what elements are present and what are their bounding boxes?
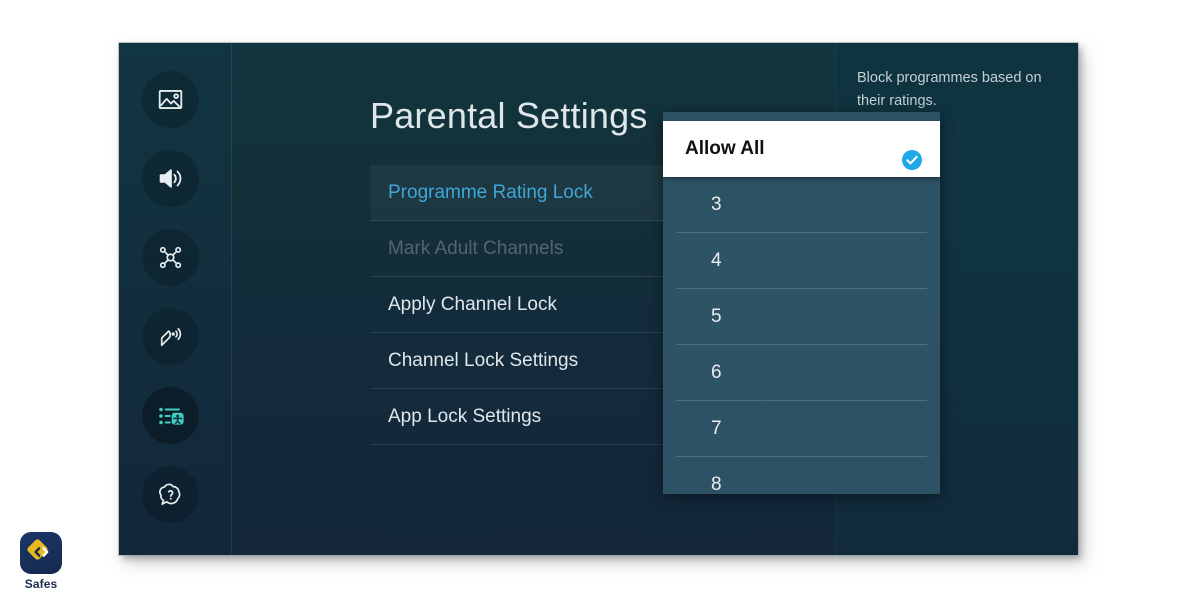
dropdown-option-5[interactable]: 5 [676,289,927,345]
dropdown-option-label: 6 [711,345,722,401]
dropdown-option-label: Allow All [685,121,765,177]
sidebar-item-connection[interactable] [142,229,199,286]
menu-item-label: Mark Adult Channels [388,238,563,259]
sidebar-item-sound[interactable] [142,150,199,207]
sidebar-item-general[interactable] [142,387,199,444]
broadcast-icon [157,323,184,350]
safes-logo-icon [20,532,62,574]
general-icon [157,402,185,430]
dropdown-option-allow-all[interactable]: Allow All [663,121,940,177]
dropdown-option-label: 5 [711,289,722,345]
tv-screen: Parental Settings Programme Rating Lock … [119,43,1078,555]
check-circle-icon [901,138,923,160]
sidebar-item-picture[interactable] [142,71,199,128]
dropdown-option-8[interactable]: 8 [676,457,927,494]
menu-item-label: App Lock Settings [388,406,541,427]
dropdown-option-label: 8 [711,457,722,495]
page-title: Parental Settings [370,95,648,137]
menu-item-label: Programme Rating Lock [388,182,593,203]
dropdown-option-6[interactable]: 6 [676,345,927,401]
rating-options-dropdown[interactable]: Allow All 3 4 5 6 7 [663,112,940,494]
menu-item-label: Apply Channel Lock [388,294,557,315]
picture-icon [157,86,184,113]
connection-icon [157,244,184,271]
safes-app-badge[interactable]: Safes [10,532,72,591]
sidebar-item-broadcasting[interactable] [142,308,199,365]
dropdown-option-label: 3 [711,177,722,233]
dropdown-option-label: 4 [711,233,722,289]
settings-main-panel: Parental Settings Programme Rating Lock … [232,43,835,555]
support-icon [157,481,184,508]
dropdown-option-7[interactable]: 7 [676,401,927,457]
safes-app-label: Safes [10,577,72,591]
menu-item-label: Channel Lock Settings [388,350,578,371]
dropdown-option-3[interactable]: 3 [676,177,927,233]
dropdown-option-label: 7 [711,401,722,457]
sound-icon [157,165,184,192]
sidebar-item-support[interactable] [142,466,199,523]
dropdown-option-4[interactable]: 4 [676,233,927,289]
settings-sidebar [119,43,232,555]
help-description-text: Block programmes based on their ratings. [857,67,1056,114]
